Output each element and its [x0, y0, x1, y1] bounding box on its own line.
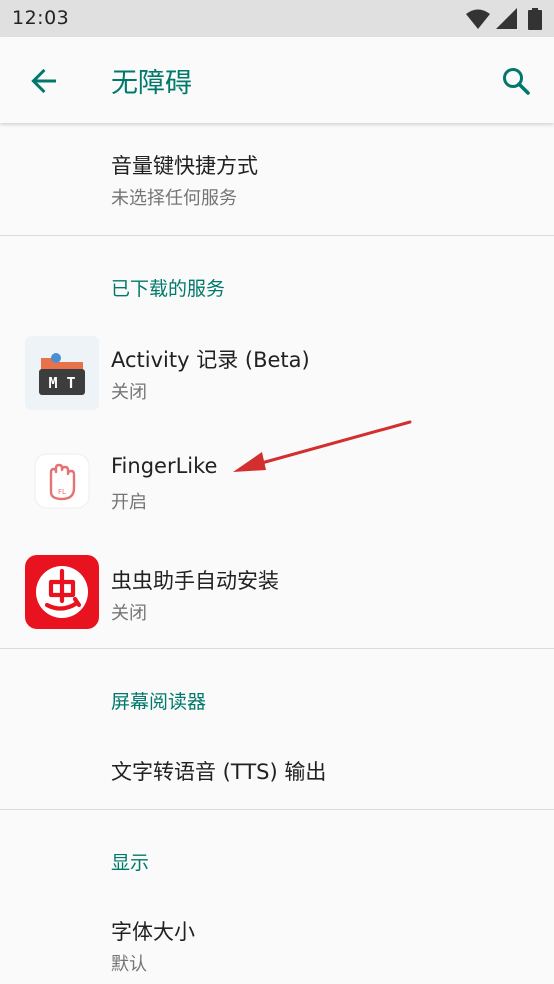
hand-icon: FL: [34, 453, 90, 509]
section-header-display: 显示: [111, 852, 150, 874]
item-summary: 开启: [111, 492, 147, 513]
app-bar: 无障碍: [0, 37, 554, 123]
font-size-item[interactable]: 字体大小 默认: [0, 889, 554, 984]
activity-app-icon: M T: [25, 336, 99, 410]
fingerlike-icon-label: FL: [58, 488, 66, 496]
item-title: 字体大小: [111, 920, 195, 944]
signal-icon: [496, 8, 517, 29]
mt-icon-label: M T: [48, 374, 75, 392]
item-title: 虫虫助手自动安装: [111, 569, 279, 593]
item-summary: 关闭: [111, 382, 147, 403]
service-item-chongchong[interactable]: 虫虫助手自动安装 关闭: [0, 551, 554, 649]
back-button[interactable]: [22, 59, 66, 103]
section-divider: [0, 648, 554, 649]
section-divider: [0, 235, 554, 236]
status-bar: 12:03: [0, 0, 554, 37]
status-time: 12:03: [12, 7, 70, 29]
service-item-fingerlike[interactable]: FL FingerLike 开启: [0, 439, 554, 551]
item-summary: 关闭: [111, 603, 147, 624]
section-header-screen-readers: 屏幕阅读器: [111, 691, 207, 713]
item-summary: 未选择任何服务: [111, 188, 237, 209]
chongchong-app-icon: [25, 555, 99, 629]
item-summary: 默认: [111, 954, 147, 975]
section-divider: [0, 809, 554, 810]
section-header-downloaded-services: 已下载的服务: [111, 278, 226, 300]
item-title: 文字转语音 (TTS) 输出: [111, 760, 327, 784]
item-title: Activity 记录 (Beta): [111, 348, 310, 372]
search-icon: [503, 68, 530, 95]
volume-key-shortcut-item[interactable]: 音量键快捷方式 未选择任何服务: [0, 123, 554, 235]
arrow-back-icon: [31, 68, 56, 94]
chongchong-icon: [25, 555, 99, 629]
service-item-activity[interactable]: M T Activity 记录 (Beta) 关闭: [0, 329, 554, 439]
battery-icon: [528, 8, 542, 30]
mt-app-icon: M T: [25, 336, 99, 410]
wifi-icon: [466, 9, 490, 29]
page-title: 无障碍: [111, 68, 192, 99]
tts-output-item[interactable]: 文字转语音 (TTS) 输出: [0, 727, 554, 809]
fingerlike-app-icon: FL: [25, 444, 99, 518]
item-title: 音量键快捷方式: [111, 154, 258, 178]
accessibility-settings-screen: 12:03 无障碍 音量键快捷方式 未选择任何服务 已下载的服务 M T Act…: [0, 0, 554, 984]
search-button[interactable]: [494, 59, 538, 103]
item-title: FingerLike: [111, 454, 218, 478]
